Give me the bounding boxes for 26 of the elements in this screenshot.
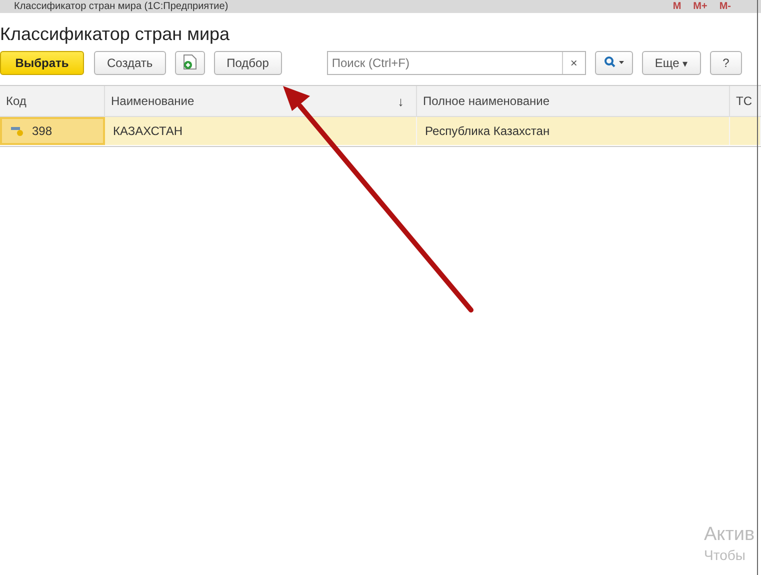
table-cell: Республика Казахстан (425, 124, 550, 138)
memory-button[interactable]: M+ (693, 0, 708, 12)
document-add-icon (182, 54, 197, 70)
column-header[interactable]: ТС (730, 86, 761, 116)
window-title: Классификатор стран мира (1С:Предприятие) (13, 0, 228, 12)
memory-button[interactable]: M- (719, 0, 731, 12)
table-cell: КАЗАХСТАН (113, 124, 183, 138)
select-button[interactable]: Выбрать (0, 51, 84, 75)
help-button[interactable]: ? (710, 51, 742, 75)
search-field[interactable]: Поиск (Ctrl+F) × (326, 51, 586, 75)
copy-button[interactable] (174, 51, 205, 75)
more-button[interactable]: Еще ▾ (642, 51, 701, 75)
activation-notice: Чтобы (704, 546, 746, 564)
create-button[interactable]: Создать (94, 51, 166, 75)
form-heading: Классификатор стран мира (0, 23, 231, 45)
column-header[interactable]: Полное наименование (417, 86, 730, 116)
clear-button[interactable]: × (562, 52, 585, 74)
memory-button[interactable]: M (672, 0, 682, 12)
search-icon (604, 56, 624, 68)
pick-button[interactable]: Подбор (214, 51, 282, 75)
item-icon (10, 125, 24, 137)
column-header[interactable]: Код (0, 86, 105, 116)
table-row[interactable]: 398 КАЗАХСТАН Республика Казахстан (0, 117, 761, 145)
search-button[interactable] (594, 51, 633, 75)
activation-notice: Актив (704, 524, 755, 546)
table-cell: 398 (32, 124, 52, 138)
